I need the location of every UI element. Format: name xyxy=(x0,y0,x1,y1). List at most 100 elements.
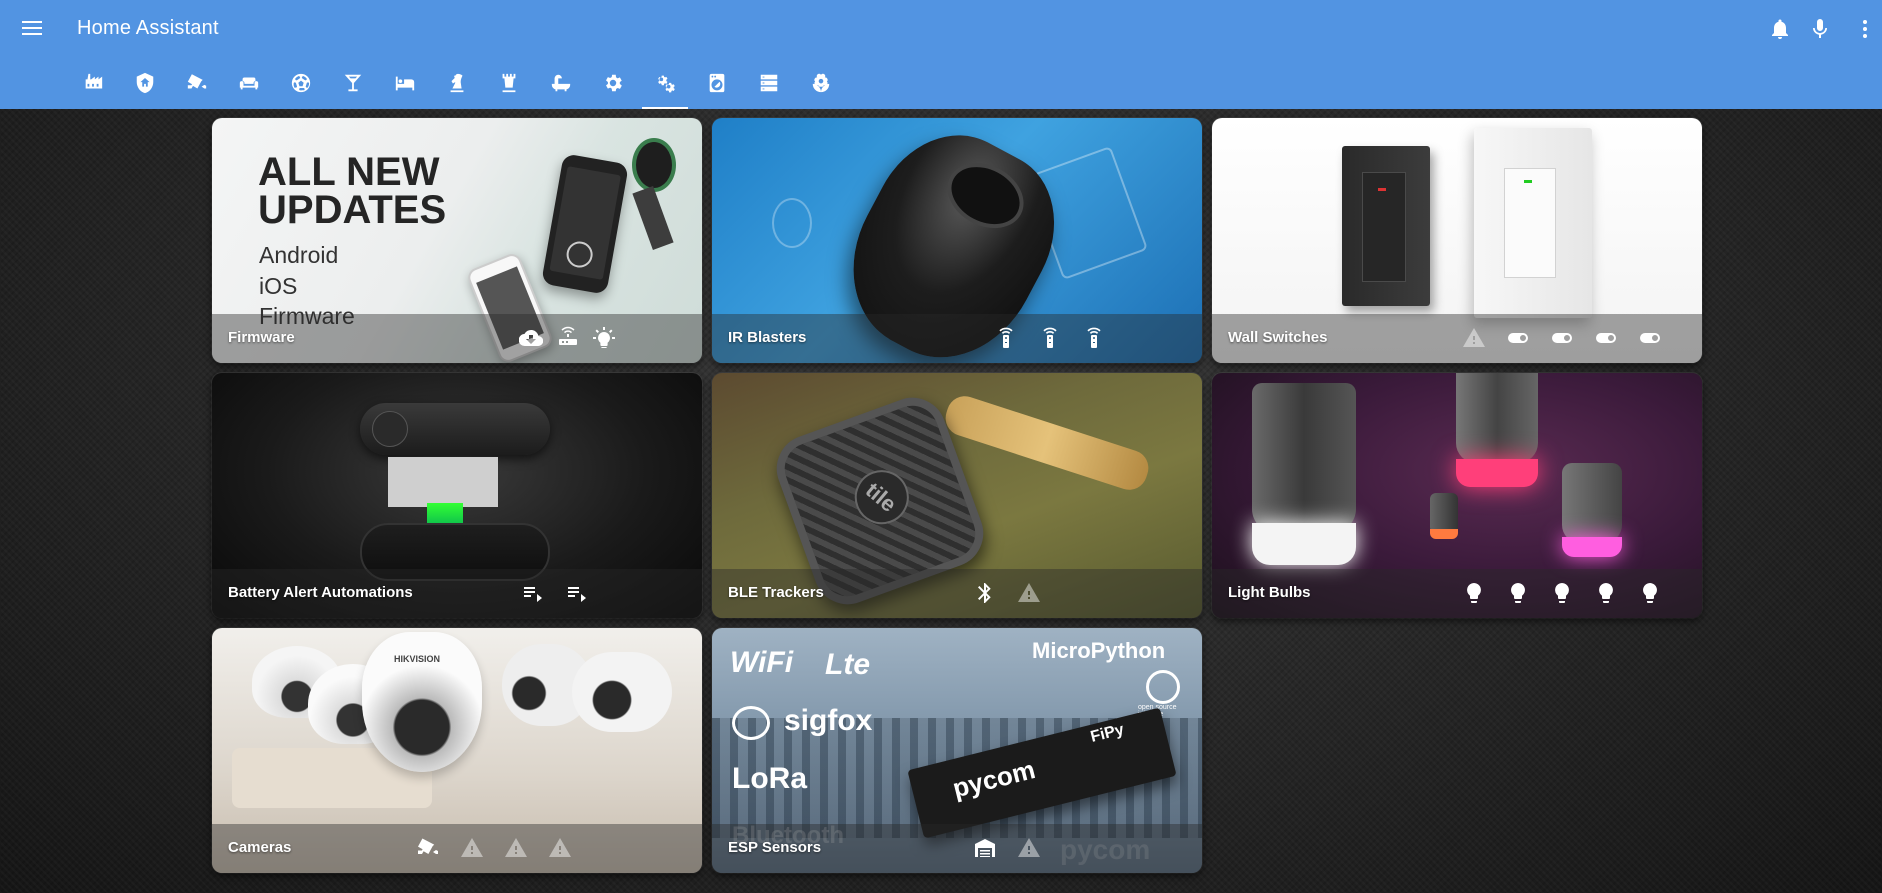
sofa-icon xyxy=(239,77,259,90)
card-title: Firmware xyxy=(228,329,295,346)
tab-factory[interactable] xyxy=(70,64,116,109)
remote-icon[interactable] xyxy=(994,326,1018,350)
card-light-bulbs[interactable]: Light Bulbs xyxy=(1212,373,1702,618)
card-footer: Light Bulbs xyxy=(1212,569,1702,618)
card-battery-alert-automations[interactable]: Battery Alert Automations xyxy=(212,373,702,618)
tab-bathroom[interactable] xyxy=(538,64,584,109)
micropython-logo-text: MicroPython xyxy=(1032,638,1166,663)
card-footer: ESP Sensors xyxy=(712,824,1202,873)
chess-rook-icon xyxy=(502,73,516,93)
fipy-board-text: FiPy xyxy=(1088,721,1126,746)
alert-icon[interactable] xyxy=(1462,326,1486,350)
card-title: Wall Switches xyxy=(1228,329,1328,346)
card-title: Battery Alert Automations xyxy=(228,584,413,601)
tab-washing[interactable] xyxy=(694,64,740,109)
settings-multiple-icon xyxy=(658,75,675,93)
bathtub-icon xyxy=(551,74,571,92)
tab-bedroom[interactable] xyxy=(382,64,428,109)
alert-icon[interactable] xyxy=(1017,581,1041,605)
card-footer: Wall Switches xyxy=(1212,314,1702,363)
toggle-switch-icon[interactable] xyxy=(1594,326,1618,350)
cctv-icon[interactable] xyxy=(416,836,440,860)
toggle-switch-icon[interactable] xyxy=(1506,326,1530,350)
app-header: Home Assistant xyxy=(0,0,1882,109)
glass-cocktail-icon xyxy=(344,74,362,92)
tab-cctv[interactable] xyxy=(174,64,220,109)
card-esp-sensors[interactable]: WiFi Lte MicroPython open source initiat… xyxy=(712,628,1202,873)
tab-settings[interactable] xyxy=(590,64,636,109)
lightbulb-icon[interactable] xyxy=(1462,581,1486,605)
lte-logo-text: Lte xyxy=(825,648,870,681)
card-footer: IR Blasters xyxy=(712,314,1202,363)
hamburger-menu-icon[interactable] xyxy=(20,17,46,41)
tab-living-room[interactable] xyxy=(226,64,272,109)
app-title: Home Assistant xyxy=(77,17,219,39)
card-cameras[interactable]: HIKVISION Cameras xyxy=(212,628,702,873)
server-icon xyxy=(760,74,778,92)
card-footer: Battery Alert Automations xyxy=(212,569,702,618)
bed-icon xyxy=(395,76,415,91)
more-vertical-icon[interactable] xyxy=(1850,14,1880,44)
washing-machine-icon xyxy=(709,73,725,93)
remote-icon[interactable] xyxy=(1038,326,1062,350)
lightbulb-icon[interactable] xyxy=(1638,581,1662,605)
tab-garden[interactable] xyxy=(798,64,844,109)
shield-home-icon xyxy=(136,72,154,94)
chess-knight-icon xyxy=(450,73,464,93)
router-wireless-icon[interactable] xyxy=(556,326,580,350)
card-wall-switches[interactable]: Wall Switches xyxy=(1212,118,1702,363)
banner-headline-2: UPDATES xyxy=(258,188,447,232)
playlist-play-icon[interactable] xyxy=(565,581,589,605)
remote-icon[interactable] xyxy=(1082,326,1106,350)
bluetooth-icon[interactable] xyxy=(973,581,997,605)
toolbar: Home Assistant xyxy=(0,0,1882,58)
sigfox-logo-text: sigfox xyxy=(784,704,873,737)
bell-icon[interactable] xyxy=(1765,14,1795,44)
gear-icon xyxy=(606,74,622,92)
tile-logo-text: tile xyxy=(860,477,902,517)
card-title: IR Blasters xyxy=(728,329,807,346)
alert-icon[interactable] xyxy=(1017,836,1041,860)
cloud-download-icon[interactable] xyxy=(519,326,543,350)
alert-icon[interactable] xyxy=(460,836,484,860)
toggle-switch-icon[interactable] xyxy=(1638,326,1662,350)
tab-devices[interactable] xyxy=(642,64,688,109)
garage-icon[interactable] xyxy=(973,836,997,860)
pycom-board-text: pycom xyxy=(949,754,1039,804)
lightbulb-icon[interactable] xyxy=(1594,581,1618,605)
alert-icon[interactable] xyxy=(548,836,572,860)
cctv-icon xyxy=(187,74,207,89)
factory-icon xyxy=(85,73,103,89)
flower-icon xyxy=(812,73,830,93)
card-ble-trackers[interactable]: tile BLE Trackers xyxy=(712,373,1202,618)
card-ir-blasters[interactable]: IR Blasters xyxy=(712,118,1202,363)
tab-chess-rook[interactable] xyxy=(486,64,532,109)
tab-security[interactable] xyxy=(122,64,168,109)
hikvision-logo-text: HIKVISION xyxy=(394,654,441,664)
playlist-play-icon[interactable] xyxy=(521,581,545,605)
tab-bar[interactable] xyxy=(330,64,376,109)
lora-logo-text: LoRa xyxy=(732,762,807,795)
card-title: ESP Sensors xyxy=(728,839,822,856)
tab-chess-knight[interactable] xyxy=(434,64,480,109)
lightbulb-on-icon[interactable] xyxy=(592,326,616,350)
alert-icon[interactable] xyxy=(504,836,528,860)
tab-server[interactable] xyxy=(746,64,792,109)
banner-line-ios: iOS xyxy=(259,273,298,299)
soccer-icon xyxy=(291,73,311,93)
card-title: BLE Trackers xyxy=(728,584,824,601)
card-firmware[interactable]: ALL NEW UPDATES Android iOS Firmware Fir… xyxy=(212,118,702,363)
lightbulb-icon[interactable] xyxy=(1550,581,1574,605)
wifi-logo-text: WiFi xyxy=(730,646,794,679)
card-footer: BLE Trackers xyxy=(712,569,1202,618)
lightbulb-icon[interactable] xyxy=(1506,581,1530,605)
card-footer: Cameras xyxy=(212,824,702,873)
toggle-switch-icon[interactable] xyxy=(1550,326,1574,350)
tab-soccer[interactable] xyxy=(278,64,324,109)
card-title: Cameras xyxy=(228,839,292,856)
microphone-icon[interactable] xyxy=(1805,14,1835,44)
card-footer: Firmware xyxy=(212,314,702,363)
banner-line-android: Android xyxy=(259,242,339,268)
card-title: Light Bulbs xyxy=(1228,584,1311,601)
banner-headline-1: ALL NEW xyxy=(258,150,440,194)
